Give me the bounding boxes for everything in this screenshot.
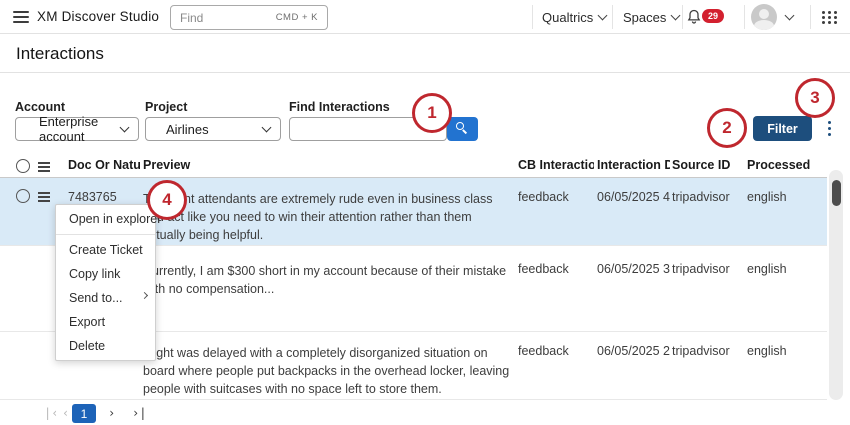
page-title: Interactions: [16, 44, 104, 64]
divider: [810, 5, 811, 29]
menu-item-copy-link[interactable]: Copy link: [56, 262, 155, 286]
avatar[interactable]: [751, 4, 777, 30]
account-menu-chevron[interactable]: [786, 0, 793, 34]
divider: [682, 5, 683, 29]
cell-preview: The flight attendants are extremely rude…: [143, 190, 511, 244]
qualtrics-menu-label: Qualtrics: [542, 10, 593, 25]
pagination-next-button[interactable]: ›: [108, 406, 115, 420]
hamburger-menu-icon[interactable]: [13, 11, 29, 23]
cell-source-id: tripadvisor: [672, 262, 744, 276]
cell-processed-lang: english: [747, 344, 813, 358]
more-options-kebab-icon[interactable]: [820, 120, 838, 138]
pagination: |‹ ‹ ‹ 1 › ›|: [0, 404, 850, 425]
header-source-id[interactable]: Source ID: [672, 158, 744, 172]
app-title: XM Discover Studio: [37, 9, 159, 24]
notifications-button[interactable]: [686, 0, 702, 34]
row-select-radio[interactable]: [16, 189, 30, 203]
cell-preview: Currently, I am $300 short in my account…: [143, 262, 511, 298]
select-all-radio[interactable]: [16, 159, 30, 173]
cell-cb-interaction: feedback: [518, 344, 594, 358]
chevron-down-icon: [671, 10, 681, 20]
annotation-circle-1: 1: [412, 93, 452, 133]
pagination-current-page[interactable]: 1: [72, 404, 96, 423]
row-context-menu: Open in explorer Create Ticket Copy link…: [55, 204, 156, 361]
divider: [532, 5, 533, 29]
account-select-value: Enterprise account: [39, 114, 128, 144]
cell-source-id: tripadvisor: [672, 190, 744, 204]
menu-divider: [56, 234, 155, 235]
cell-processed-lang: english: [747, 262, 813, 276]
search-icon: [456, 122, 464, 130]
search-button[interactable]: [447, 117, 478, 141]
menu-item-send-to-label: Send to...: [69, 291, 123, 305]
menu-item-send-to[interactable]: Send to...: [56, 286, 155, 310]
app-switcher-grid-icon[interactable]: [822, 11, 825, 14]
annotation-circle-3: 3: [795, 78, 835, 118]
menu-item-open-in-explorer[interactable]: Open in explorer: [56, 207, 155, 231]
header-cb-interaction[interactable]: CB Interactio...: [518, 158, 594, 172]
submenu-chevron-icon: [141, 292, 148, 299]
menu-item-export[interactable]: Export: [56, 310, 155, 334]
spaces-menu[interactable]: Spaces: [623, 0, 679, 34]
bell-icon: [686, 9, 702, 25]
notification-count-badge: 29: [702, 9, 724, 23]
cell-cb-interaction: feedback: [518, 190, 594, 204]
table-header-row: Doc Or Natur... Preview CB Interactio...…: [0, 155, 827, 178]
qualtrics-menu[interactable]: Qualtrics: [542, 0, 606, 34]
table-scrollbar-thumb[interactable]: [832, 180, 841, 206]
cell-cb-interaction: feedback: [518, 262, 594, 276]
cell-interaction-date: 06/05/2025 3:...: [597, 262, 670, 276]
header-interaction-date[interactable]: Interaction D...: [597, 158, 670, 172]
divider: [612, 5, 613, 29]
account-select[interactable]: Enterprise account: [15, 117, 139, 141]
pagination-prev-icon[interactable]: ‹: [62, 406, 69, 420]
global-find-input[interactable]: Find CMD + K: [170, 5, 328, 30]
find-shortcut-hint: CMD + K: [276, 12, 318, 23]
divider: [744, 5, 745, 29]
header-processed-lang[interactable]: Processed La...: [747, 158, 813, 172]
account-label: Account: [15, 100, 65, 114]
find-placeholder: Find: [180, 11, 203, 25]
cell-processed-lang: english: [747, 190, 813, 204]
chevron-down-icon: [262, 122, 272, 132]
project-select[interactable]: Airlines: [145, 117, 281, 141]
find-interactions-label: Find Interactions: [289, 100, 390, 114]
cell-preview: Flight was delayed with a completely dis…: [143, 344, 511, 398]
pagination-last-button[interactable]: ›|: [132, 406, 146, 420]
top-bar: XM Discover Studio Find CMD + K Qualtric…: [0, 0, 850, 34]
cell-interaction-date: 06/05/2025 2:...: [597, 344, 670, 358]
pagination-first-button[interactable]: |‹: [44, 406, 58, 420]
row-menu-icon[interactable]: [38, 162, 50, 174]
project-label: Project: [145, 100, 187, 114]
page-title-bar: Interactions: [0, 35, 850, 73]
table-scrollbar-track[interactable]: [829, 170, 843, 400]
chevron-down-icon: [598, 10, 608, 20]
annotation-circle-2: 2: [707, 108, 747, 148]
header-preview[interactable]: Preview: [143, 158, 511, 172]
menu-item-create-ticket[interactable]: Create Ticket: [56, 238, 155, 262]
chevron-down-icon: [785, 10, 795, 20]
cell-interaction-date: 06/05/2025 4:...: [597, 190, 670, 204]
header-doc-id[interactable]: Doc Or Natur...: [68, 158, 140, 172]
cell-source-id: tripadvisor: [672, 344, 744, 358]
row-menu-icon[interactable]: [38, 192, 50, 204]
cell-doc-id: 7483765: [68, 190, 140, 204]
project-select-value: Airlines: [166, 122, 209, 137]
menu-item-delete[interactable]: Delete: [56, 334, 155, 358]
annotation-circle-4: 4: [147, 180, 187, 220]
filter-button[interactable]: Filter: [753, 116, 812, 141]
app-window: XM Discover Studio Find CMD + K Qualtric…: [0, 0, 850, 425]
spaces-menu-label: Spaces: [623, 10, 666, 25]
